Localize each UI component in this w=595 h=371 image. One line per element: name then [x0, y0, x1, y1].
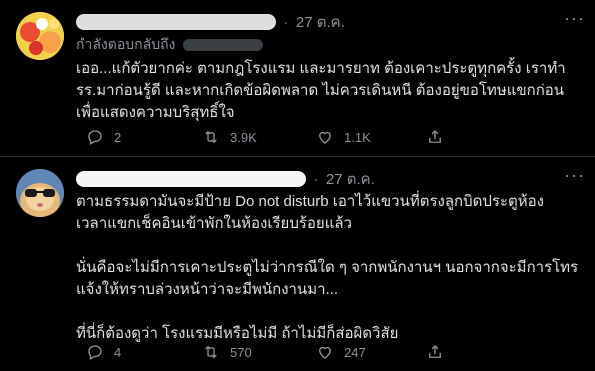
- like-count: 247: [344, 344, 366, 360]
- tweet-actions: 4 570 247: [76, 343, 579, 363]
- retweet-count: 3.9K: [230, 129, 257, 145]
- tweet-text: ตามธรรมดามันจะมีป้าย Do not disturb เอาไ…: [76, 193, 579, 342]
- reply-icon: [88, 345, 102, 360]
- retweet-icon: [205, 130, 217, 144]
- replying-to: กำลังตอบกลับถึง: [76, 34, 264, 56]
- reply-count: 4: [114, 344, 122, 360]
- more-icon[interactable]: ···: [564, 165, 585, 186]
- avatar[interactable]: [16, 169, 64, 217]
- reply-count: 2: [114, 129, 122, 145]
- retweet-icon: [205, 345, 217, 359]
- timestamp[interactable]: 27 ต.ค.: [326, 171, 375, 188]
- share-icon: [429, 130, 441, 143]
- reply-button[interactable]: 2: [86, 128, 121, 146]
- share-icon: [429, 345, 441, 358]
- heart-icon: [319, 346, 331, 359]
- retweet-button[interactable]: 3.9K: [202, 128, 257, 146]
- reply-icon: [88, 130, 102, 145]
- timestamp[interactable]: 27 ต.ค.: [296, 14, 345, 31]
- share-button[interactable]: [426, 343, 454, 361]
- avatar[interactable]: [16, 12, 64, 60]
- tweet-actions: 2 3.9K 1.1K: [76, 128, 579, 148]
- like-button[interactable]: 1.1K: [316, 128, 371, 146]
- like-button[interactable]: 247: [316, 343, 366, 361]
- reply-button[interactable]: 4: [86, 343, 121, 361]
- like-count: 1.1K: [344, 129, 371, 145]
- redacted-name[interactable]: [76, 14, 276, 30]
- redacted-name[interactable]: [76, 171, 306, 187]
- replying-label: กำลังตอบกลับถึง: [76, 36, 176, 52]
- retweet-count: 570: [230, 344, 252, 360]
- retweet-button[interactable]: 570: [202, 343, 252, 361]
- tweet-text: เออ...แก้ตัวยากค่ะ ตามกฎโรงแรม และมารยาท…: [76, 60, 570, 121]
- more-icon[interactable]: ···: [564, 8, 585, 29]
- tweet-header: · 27 ต.ค.: [76, 10, 555, 31]
- separator-dot: ·: [313, 170, 319, 188]
- separator-dot: ·: [283, 13, 289, 31]
- heart-icon: [319, 131, 331, 144]
- share-button[interactable]: [426, 128, 454, 146]
- tweet-header: · 27 ต.ค.: [76, 167, 555, 188]
- redacted-handle[interactable]: [183, 39, 264, 52]
- tweet[interactable]: · 27 ต.ค. ··· กำลังตอบกลับถึง เออ...แก้ต…: [0, 0, 595, 156]
- tweet[interactable]: · 27 ต.ค. ··· ตามธรรมดามันจะมีป้าย Do no…: [0, 157, 595, 371]
